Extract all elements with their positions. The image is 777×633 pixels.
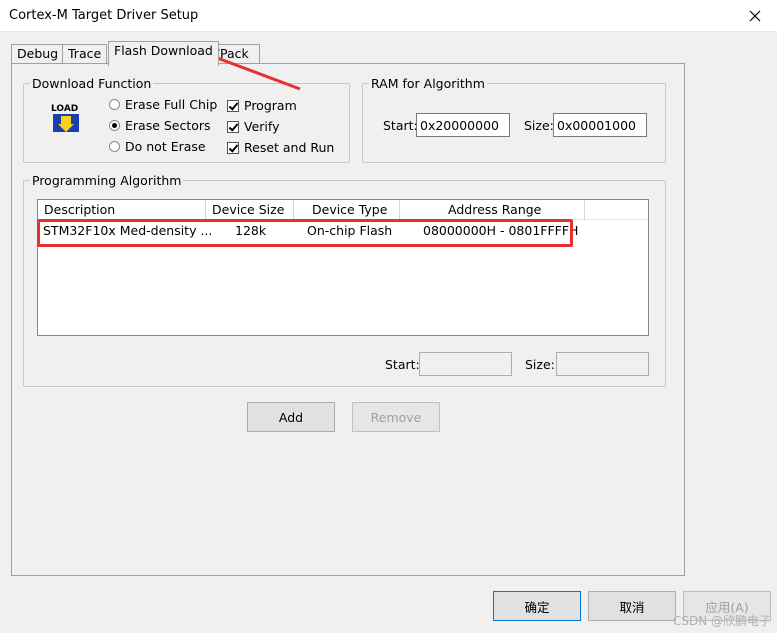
window-title: Cortex-M Target Driver Setup — [9, 8, 199, 23]
radio-do-not-erase[interactable]: Do not Erase — [109, 139, 206, 154]
tab-flash-download[interactable]: Flash Download — [108, 41, 219, 66]
checkbox-indicator — [227, 120, 239, 133]
column-header-device-type[interactable]: Device Type — [294, 200, 400, 220]
ram-legend: RAM for Algorithm — [371, 76, 485, 91]
list-header: Description Device Size Device Type Addr… — [38, 200, 648, 220]
download-function-legend: Download Function — [32, 76, 152, 91]
watermark: CSDN @欣鹏电子 — [672, 614, 771, 628]
annotation-highlight-box — [37, 219, 573, 247]
column-header-device-size[interactable]: Device Size — [206, 200, 294, 220]
cancel-button[interactable]: 取消 — [588, 591, 676, 621]
ram-size-label: Size: — [524, 118, 554, 133]
radio-indicator — [109, 120, 120, 131]
column-header-address-range[interactable]: Address Range — [400, 200, 585, 220]
checkbox-label: Program — [244, 98, 297, 113]
algo-start-label: Start: — [385, 357, 420, 372]
close-icon — [749, 10, 761, 22]
remove-button[interactable]: Remove — [352, 402, 440, 432]
algo-start-input[interactable] — [419, 352, 512, 376]
checkbox-indicator — [227, 99, 239, 112]
checkbox-reset-and-run[interactable]: Reset and Run — [227, 140, 334, 155]
title-bar: Cortex-M Target Driver Setup — [0, 0, 777, 32]
programming-algorithm-legend: Programming Algorithm — [32, 173, 182, 188]
radio-label: Do not Erase — [125, 139, 206, 154]
algo-size-label: Size: — [525, 357, 555, 372]
radio-indicator — [109, 141, 120, 152]
svg-text:LOAD: LOAD — [51, 104, 78, 114]
tab-debug[interactable]: Debug — [11, 44, 65, 64]
checkbox-verify[interactable]: Verify — [227, 119, 279, 134]
radio-erase-sectors[interactable]: Erase Sectors — [109, 118, 211, 133]
algo-size-input[interactable] — [556, 352, 649, 376]
radio-label: Erase Sectors — [125, 118, 211, 133]
radio-indicator — [109, 99, 120, 110]
ram-size-input[interactable] — [553, 113, 647, 137]
column-header-description[interactable]: Description — [38, 200, 206, 220]
checkbox-program[interactable]: Program — [227, 98, 297, 113]
load-icon: LOAD — [50, 101, 82, 135]
radio-label: Erase Full Chip — [125, 97, 218, 112]
ram-start-label: Start: — [383, 118, 418, 133]
ram-start-input[interactable] — [416, 113, 510, 137]
tab-trace[interactable]: Trace — [62, 44, 108, 64]
radio-erase-full-chip[interactable]: Erase Full Chip — [109, 97, 217, 112]
add-button[interactable]: Add — [247, 402, 335, 432]
checkbox-label: Reset and Run — [244, 140, 335, 155]
checkbox-indicator — [227, 141, 239, 154]
close-button[interactable] — [742, 4, 768, 28]
ok-button[interactable]: 确定 — [493, 591, 581, 621]
checkbox-label: Verify — [244, 119, 280, 134]
